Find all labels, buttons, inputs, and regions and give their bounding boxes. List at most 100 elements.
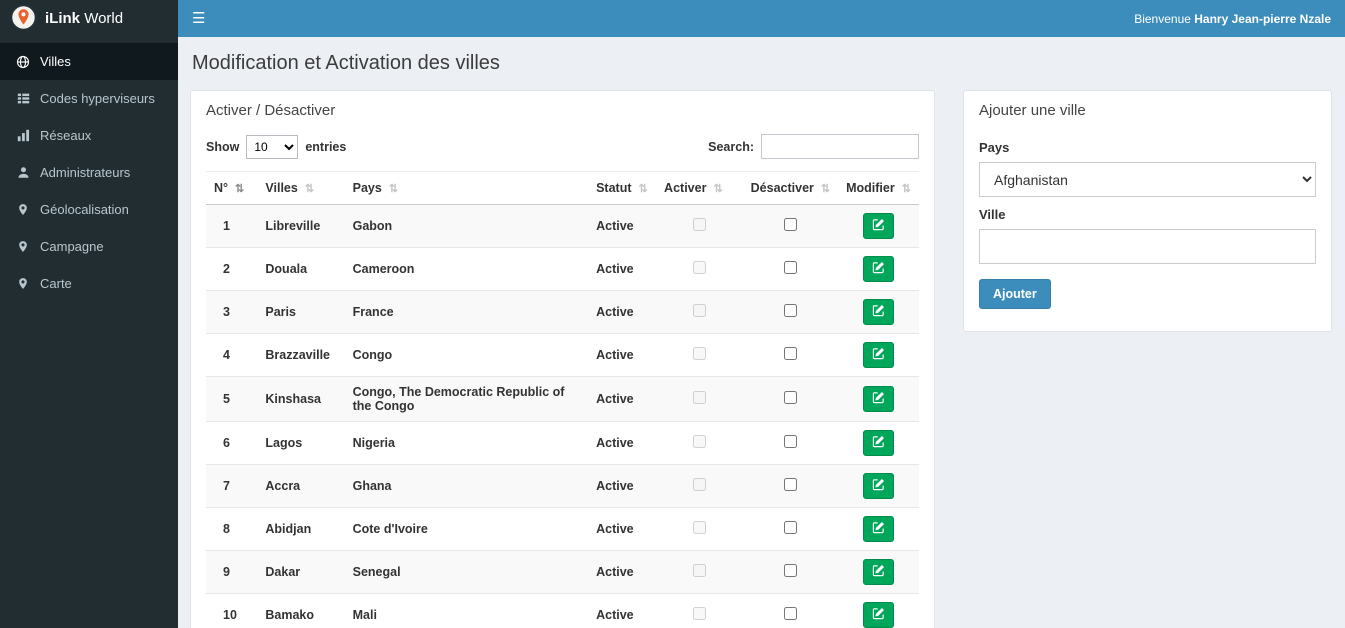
edit-button[interactable]: [863, 386, 895, 412]
column-header-modifier[interactable]: Modifier ⇅: [838, 171, 919, 205]
cell-modifier: [838, 507, 919, 551]
cell-pays: Congo: [344, 333, 589, 377]
desactiver-checkbox[interactable]: [783, 521, 797, 534]
column-label: N°: [214, 181, 229, 195]
desactiver-checkbox[interactable]: [783, 261, 797, 274]
sidebar-item-reseaux[interactable]: Réseaux: [0, 117, 178, 154]
activer-checkbox: [692, 564, 706, 577]
edit-button[interactable]: [863, 342, 895, 368]
sidebar-item-label: Réseaux: [40, 128, 92, 143]
column-header-statut[interactable]: Statut ⇅: [588, 171, 657, 205]
column-header-activer[interactable]: Activer ⇅: [656, 171, 743, 205]
edit-button[interactable]: [863, 473, 895, 499]
brand[interactable]: iLink World: [0, 0, 178, 37]
desactiver-checkbox[interactable]: [783, 304, 797, 317]
desactiver-checkbox[interactable]: [783, 607, 797, 620]
welcome-text: Bienvenue Hanry Jean-pierre Nzale: [1134, 12, 1331, 26]
cell-numero: 5: [206, 376, 258, 422]
activer-checkbox: [692, 435, 706, 448]
table-row: 2 Douala Cameroon Active: [206, 247, 919, 291]
ville-input[interactable]: [979, 229, 1316, 264]
column-header-pays[interactable]: Pays ⇅: [344, 171, 589, 205]
column-header-numero[interactable]: N° ⇅: [206, 171, 258, 205]
table-row: 8 Abidjan Cote d'Ivoire Active: [206, 507, 919, 551]
search-label: Search:: [708, 139, 754, 154]
table-row: 4 Brazzaville Congo Active: [206, 333, 919, 377]
cell-numero: 2: [206, 247, 258, 291]
cell-activer: [656, 247, 743, 291]
sidebar-item-label: Campagne: [40, 239, 104, 254]
map-marker-icon: [15, 203, 31, 216]
cell-statut: Active: [588, 290, 657, 334]
sidebar-toggle-button[interactable]: ☰: [192, 11, 205, 26]
cell-statut: Active: [588, 421, 657, 465]
table-row: 3 Paris France Active: [206, 290, 919, 334]
table-row: 5 Kinshasa Congo, The Democratic Republic …: [206, 376, 919, 422]
table-panel-title: Activer / Désactiver: [206, 102, 336, 119]
edit-button[interactable]: [863, 213, 895, 239]
chart-bars-icon: [15, 129, 31, 142]
cell-modifier: [838, 290, 919, 334]
column-header-desactiver[interactable]: Désactiver ⇅: [742, 171, 839, 205]
column-label: Modifier: [846, 181, 895, 195]
cell-activer: [656, 290, 743, 334]
page-length-control: Show 10 entries: [206, 134, 346, 159]
cell-pays: Senegal: [344, 550, 589, 594]
sidebar-item-label: Géolocalisation: [40, 202, 129, 217]
cell-activer: [656, 376, 743, 422]
add-ville-panel: Ajouter une ville Pays Afghanistan Ville…: [963, 90, 1332, 332]
edit-button[interactable]: [863, 602, 895, 628]
sidebar-item-administrateurs[interactable]: Administrateurs: [0, 154, 178, 191]
villes-table: N° ⇅ Villes ⇅ Pays ⇅ Statut ⇅ Activer ⇅ Désactiver…: [206, 171, 919, 628]
cell-modifier: [838, 333, 919, 377]
column-label: Désactiver: [750, 181, 814, 195]
desactiver-checkbox[interactable]: [783, 564, 797, 577]
edit-button[interactable]: [863, 559, 895, 585]
edit-button[interactable]: [863, 430, 895, 456]
pays-select[interactable]: Afghanistan: [979, 162, 1316, 197]
activer-checkbox: [692, 391, 706, 404]
desactiver-checkbox[interactable]: [783, 391, 797, 404]
edit-button[interactable]: [863, 299, 895, 325]
edit-button[interactable]: [863, 516, 895, 542]
app-root: iLink World ☰ Bienvenue Hanry Jean-pierr…: [0, 0, 1345, 628]
activer-checkbox: [692, 218, 706, 231]
cell-modifier: [838, 247, 919, 291]
cell-statut: Active: [588, 507, 657, 551]
sidebar-item-label: Codes hyperviseurs: [40, 91, 155, 106]
show-label: Show: [206, 139, 240, 154]
cell-pays: France: [344, 290, 589, 334]
table-panel-body: Show 10 entries Search: N° ⇅ Villes ⇅ Pays ⇅ S…: [191, 128, 934, 628]
search-input[interactable]: [761, 134, 919, 159]
sidebar-item-carte[interactable]: Carte: [0, 265, 178, 302]
cell-desactiver: [742, 290, 839, 334]
cell-numero: 10: [206, 593, 258, 628]
user-icon: [15, 166, 31, 179]
cell-desactiver: [742, 376, 839, 422]
page-length-select[interactable]: 10: [246, 134, 299, 159]
desactiver-checkbox[interactable]: [783, 218, 797, 231]
table-row: 1 Libreville Gabon Active: [206, 204, 919, 248]
sidebar-item-villes[interactable]: Villes: [0, 43, 178, 80]
main-content: Modification et Activation des villes Ac…: [178, 37, 1345, 628]
sidebar-item-geolocalisation[interactable]: Géolocalisation: [0, 191, 178, 228]
edit-button[interactable]: [863, 256, 895, 282]
cell-ville: Kinshasa: [257, 376, 345, 422]
map-marker-icon: [15, 240, 31, 253]
cell-statut: Active: [588, 464, 657, 508]
sidebar-item-campagne[interactable]: Campagne: [0, 228, 178, 265]
edit-pencil-icon: [872, 607, 885, 623]
column-header-villes[interactable]: Villes ⇅: [257, 171, 345, 205]
desactiver-checkbox[interactable]: [783, 435, 797, 448]
column-label: Pays: [352, 181, 382, 195]
table-row: 6 Lagos Nigeria Active: [206, 421, 919, 465]
desactiver-checkbox[interactable]: [783, 347, 797, 360]
ajouter-button[interactable]: Ajouter: [979, 279, 1051, 309]
cell-pays: Cote d'Ivoire: [344, 507, 589, 551]
cell-desactiver: [742, 550, 839, 594]
cell-numero: 1: [206, 204, 258, 248]
globe-icon: [15, 55, 31, 69]
sidebar-item-codes-hyperviseurs[interactable]: Codes hyperviseurs: [0, 80, 178, 117]
table-row: 7 Accra Ghana Active: [206, 464, 919, 508]
desactiver-checkbox[interactable]: [783, 478, 797, 491]
